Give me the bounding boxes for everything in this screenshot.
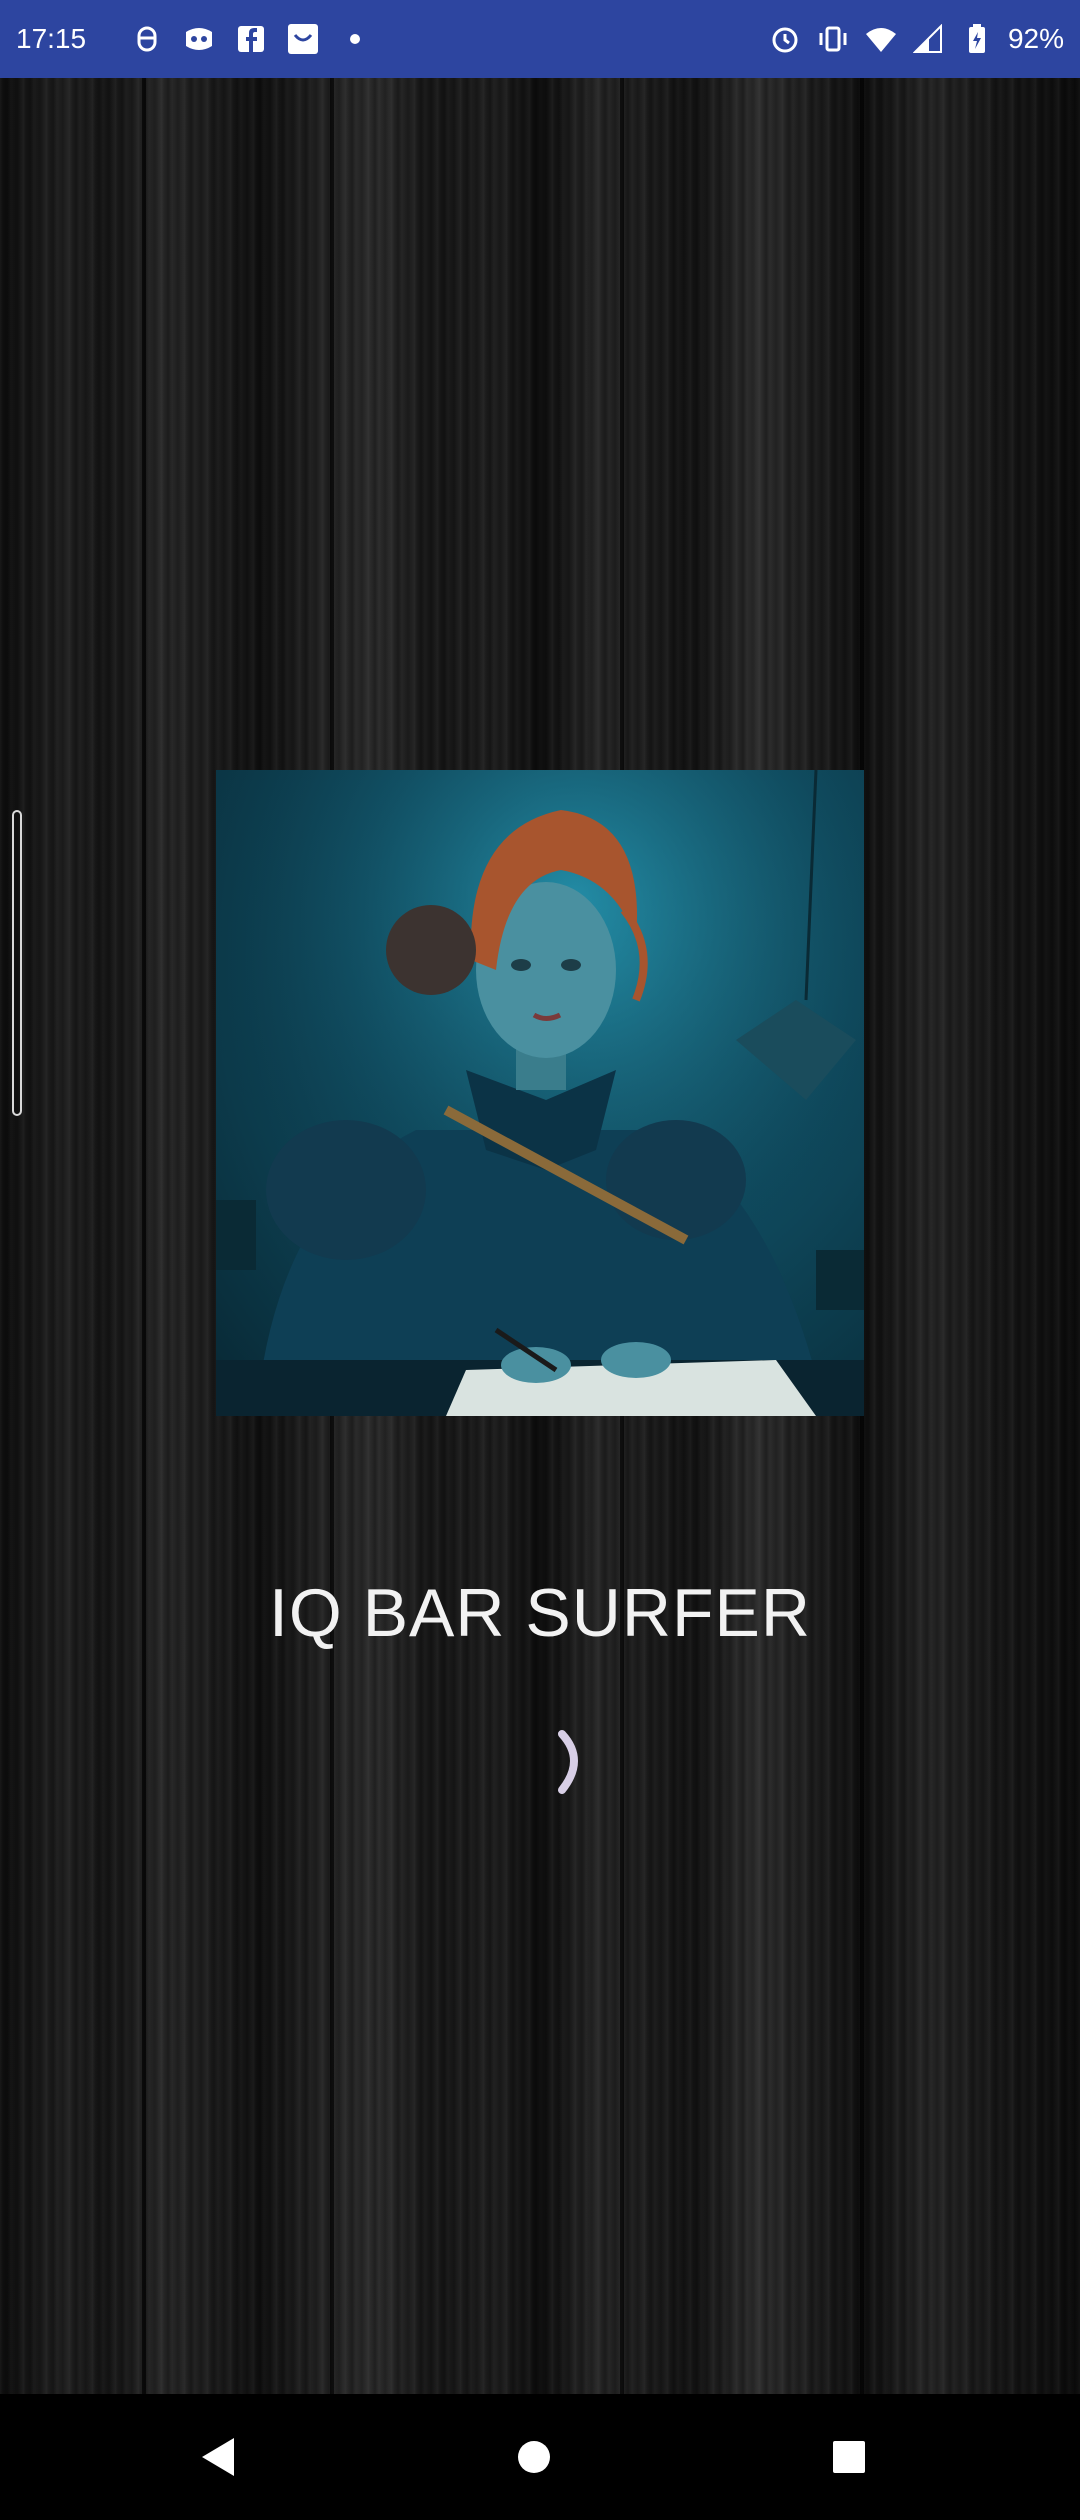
status-right: 92%	[768, 22, 1064, 56]
signal-icon	[912, 22, 946, 56]
navigation-bar	[0, 2394, 1080, 2520]
battery-icon	[960, 22, 994, 56]
vibrate-icon	[816, 22, 850, 56]
alarm-icon	[768, 22, 802, 56]
app-title: IQ BAR SURFER	[269, 1575, 811, 1651]
recents-icon	[833, 2441, 865, 2473]
splash-screen: 17:15 92% IQ BAR SURFER	[0, 0, 1080, 2520]
loading-spinner	[552, 1730, 592, 1794]
dot-icon	[338, 22, 372, 56]
back-icon	[202, 2438, 234, 2476]
discord-icon	[182, 22, 216, 56]
app-illustration	[216, 770, 864, 1416]
home-button[interactable]	[511, 2434, 557, 2480]
status-time: 17:15	[16, 23, 87, 54]
recents-button[interactable]	[826, 2434, 872, 2480]
wifi-icon	[864, 22, 898, 56]
battery-percent: 92%	[1007, 23, 1064, 54]
plank-seam	[142, 78, 146, 2394]
back-button[interactable]	[196, 2434, 242, 2480]
status-left: 17:15	[16, 22, 372, 56]
usb-icon	[130, 22, 164, 56]
scroll-indicator[interactable]	[12, 810, 22, 1116]
home-icon	[518, 2441, 550, 2473]
status-bar: 17:15 92%	[0, 0, 1080, 78]
facebook-icon	[234, 22, 268, 56]
inbox-icon	[286, 22, 320, 56]
